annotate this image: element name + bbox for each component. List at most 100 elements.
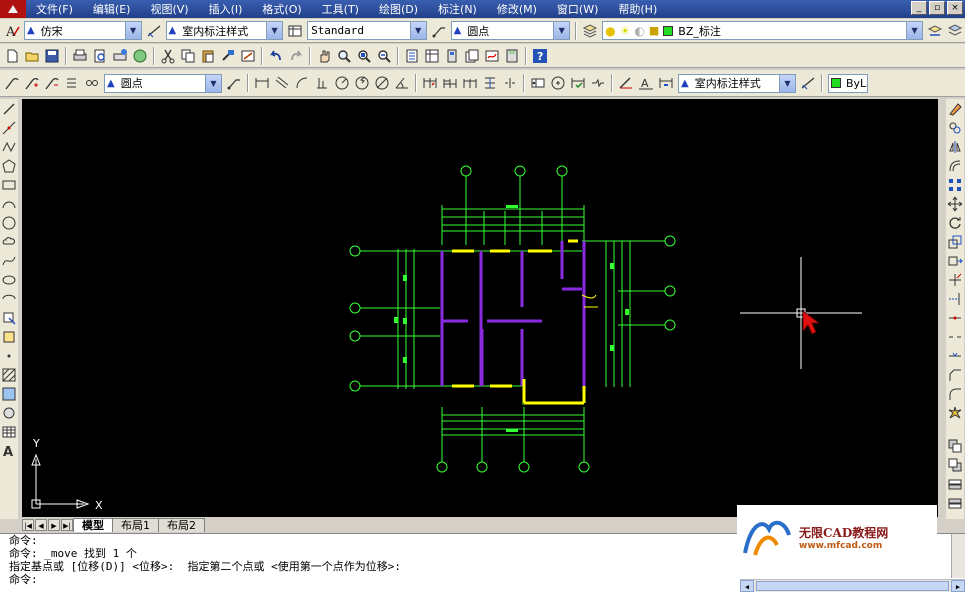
scroll-thumb[interactable]	[756, 581, 949, 591]
jogged-dimension-icon[interactable]	[353, 74, 371, 92]
menu-view[interactable]: 视图(V)	[140, 1, 198, 17]
menu-modify[interactable]: 修改(M)	[487, 1, 547, 17]
pan-icon[interactable]	[315, 47, 333, 65]
dimension-update-icon[interactable]	[657, 74, 675, 92]
ellipse-arc-icon[interactable]	[0, 290, 18, 307]
paste-icon[interactable]	[199, 47, 217, 65]
properties-icon[interactable]	[403, 47, 421, 65]
save-icon[interactable]	[43, 47, 61, 65]
dimension-edit-icon[interactable]	[617, 74, 635, 92]
tab-layout-2[interactable]: 布局2	[158, 518, 205, 532]
dim-style-select-2[interactable]: ▲ 室内标注样式 ▼	[678, 73, 796, 93]
move-icon[interactable]	[946, 195, 964, 212]
spline-icon[interactable]	[0, 252, 18, 269]
scale-icon[interactable]	[946, 233, 964, 250]
menu-window[interactable]: 窗口(W)	[547, 1, 608, 17]
help-icon[interactable]: ?	[531, 47, 549, 65]
dim-style-select[interactable]: ▲ 室内标注样式 ▼	[165, 21, 284, 40]
undo-icon[interactable]	[267, 47, 285, 65]
color-select[interactable]: ByLa	[828, 73, 868, 93]
menu-dimension[interactable]: 标注(N)	[428, 1, 487, 17]
multileader-style-select-2[interactable]: ▲ 圆点 ▼	[104, 73, 222, 93]
construction-line-icon[interactable]	[0, 119, 18, 136]
trim-icon[interactable]	[946, 271, 964, 288]
drawing-canvas[interactable]: Y X	[22, 99, 938, 517]
copy-icon[interactable]	[179, 47, 197, 65]
linear-dimension-icon[interactable]	[253, 74, 271, 92]
zoom-previous-icon[interactable]	[375, 47, 393, 65]
baseline-dimension-icon[interactable]	[441, 74, 459, 92]
design-center-icon[interactable]	[423, 47, 441, 65]
copy-object-icon[interactable]	[946, 119, 964, 136]
tab-model[interactable]: 模型	[73, 518, 113, 532]
text-style-select[interactable]: ▲ 仿宋 ▼	[23, 21, 142, 40]
last-tab-button[interactable]: ▶|	[61, 519, 73, 531]
table-icon[interactable]	[0, 423, 18, 440]
print-icon[interactable]	[71, 47, 89, 65]
block-editor-icon[interactable]	[239, 47, 257, 65]
zoom-realtime-icon[interactable]	[335, 47, 353, 65]
scroll-right-button[interactable]: ▶	[951, 580, 965, 592]
menu-tools[interactable]: 工具(T)	[312, 1, 369, 17]
extend-icon[interactable]	[946, 290, 964, 307]
chamfer-icon[interactable]	[946, 366, 964, 383]
restore-button[interactable]: ▫	[929, 1, 945, 15]
menu-help[interactable]: 帮助(H)	[608, 1, 667, 17]
app-logo-icon[interactable]	[0, 0, 26, 18]
menu-insert[interactable]: 插入(I)	[199, 1, 253, 17]
add-leader-icon[interactable]	[23, 74, 41, 92]
offset-icon[interactable]	[946, 157, 964, 174]
table-style-icon[interactable]	[286, 22, 304, 40]
break-at-point-icon[interactable]	[946, 309, 964, 326]
inspection-icon[interactable]	[569, 74, 587, 92]
center-mark-icon[interactable]	[549, 74, 567, 92]
arc-length-icon[interactable]	[293, 74, 311, 92]
minimize-button[interactable]: _	[911, 1, 927, 15]
3d-dwf-icon[interactable]	[131, 47, 149, 65]
jogged-linear-icon[interactable]	[589, 74, 607, 92]
radius-dimension-icon[interactable]	[333, 74, 351, 92]
print-preview-icon[interactable]	[91, 47, 109, 65]
layer-states-icon[interactable]	[946, 22, 964, 40]
ellipse-icon[interactable]	[0, 271, 18, 288]
draw-order-back-icon[interactable]	[946, 456, 964, 473]
explode-icon[interactable]	[946, 404, 964, 421]
layer-previous-icon[interactable]	[926, 22, 944, 40]
join-icon[interactable]	[946, 347, 964, 364]
draw-order-above-icon[interactable]	[946, 475, 964, 492]
revision-cloud-icon[interactable]	[0, 233, 18, 250]
multileader-style-manager-icon[interactable]	[225, 74, 243, 92]
sheet-set-icon[interactable]	[463, 47, 481, 65]
text-style-icon[interactable]: A	[3, 22, 21, 40]
layer-select[interactable]: ● ☀ ◐ ■ BZ_标注 ▼	[602, 21, 924, 40]
menu-file[interactable]: 文件(F)	[26, 1, 83, 17]
polyline-icon[interactable]	[0, 138, 18, 155]
break-icon[interactable]	[946, 328, 964, 345]
open-folder-icon[interactable]	[23, 47, 41, 65]
menu-format[interactable]: 格式(O)	[252, 1, 311, 17]
make-block-icon[interactable]	[0, 328, 18, 345]
tab-layout-1[interactable]: 布局1	[112, 518, 159, 532]
line-icon[interactable]	[0, 100, 18, 117]
region-icon[interactable]	[0, 404, 18, 421]
close-button[interactable]: ×	[947, 1, 963, 15]
stretch-icon[interactable]	[946, 252, 964, 269]
collect-leader-icon[interactable]	[83, 74, 101, 92]
insert-block-icon[interactable]	[0, 309, 18, 326]
tolerance-icon[interactable]	[529, 74, 547, 92]
erase-icon[interactable]	[946, 100, 964, 117]
dimension-break-icon[interactable]	[501, 74, 519, 92]
multiline-text-icon[interactable]: A	[0, 442, 18, 459]
scroll-left-button[interactable]: ◀	[740, 580, 754, 592]
circle-icon[interactable]	[0, 214, 18, 231]
align-leader-icon[interactable]	[63, 74, 81, 92]
angular-dimension-icon[interactable]	[393, 74, 411, 92]
polygon-icon[interactable]	[0, 157, 18, 174]
publish-icon[interactable]	[111, 47, 129, 65]
layer-properties-icon[interactable]	[581, 22, 599, 40]
zoom-window-icon[interactable]	[355, 47, 373, 65]
fillet-icon[interactable]	[946, 385, 964, 402]
table-style-select[interactable]: Standard ▼	[307, 21, 427, 40]
first-tab-button[interactable]: |◀	[22, 519, 34, 531]
command-vertical-scrollbar[interactable]	[951, 534, 965, 578]
